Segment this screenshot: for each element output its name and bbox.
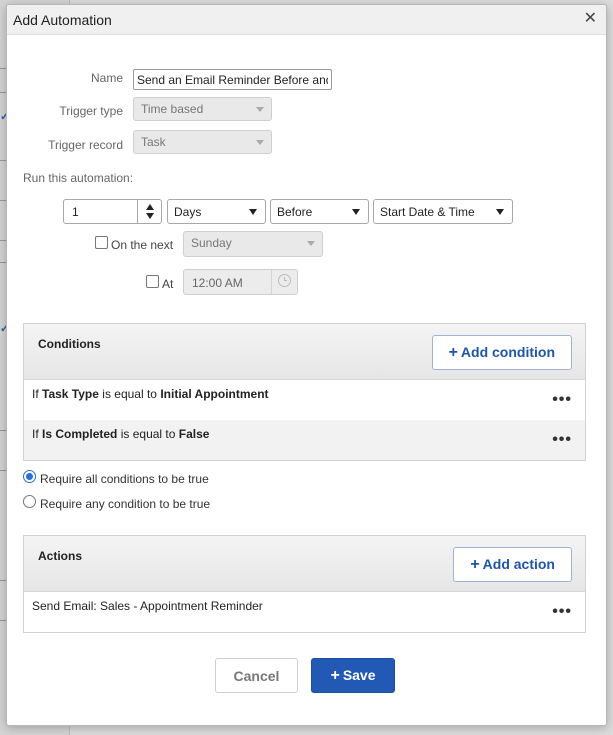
clock-icon	[278, 274, 291, 287]
stepper-buttons[interactable]	[137, 200, 161, 223]
time-input[interactable]: 12:00 AM	[183, 269, 298, 295]
condition-row: If Is Completed is equal to False •••	[24, 420, 585, 460]
dialog-header: Add Automation ✕	[7, 5, 606, 35]
save-label: Save	[342, 667, 376, 683]
time-picker-button[interactable]	[271, 270, 297, 294]
require-all-label: Require all conditions to be true	[40, 472, 209, 486]
add-condition-label: Add condition	[460, 344, 555, 360]
on-the-next-label: On the next	[111, 238, 174, 252]
trigger-type-value: Time based	[141, 102, 204, 116]
condition-prefix: If	[32, 387, 39, 401]
chevron-down-icon	[256, 107, 264, 112]
at-time-checkbox[interactable]	[146, 275, 159, 288]
plus-icon: +	[448, 344, 458, 361]
cancel-button[interactable]: Cancel	[215, 658, 298, 693]
unit-select[interactable]: Days	[167, 199, 266, 224]
date-field-value: Start Date & Time	[380, 205, 475, 219]
condition-operator: is equal to	[120, 427, 176, 441]
require-all-radio[interactable]	[23, 470, 36, 483]
condition-text: If Task Type is equal to Initial Appoint…	[32, 387, 269, 401]
time-value: 12:00 AM	[192, 276, 243, 290]
at-time-label: At	[162, 277, 174, 291]
require-any-label: Require any condition to be true	[40, 497, 211, 511]
more-options-icon[interactable]: •••	[552, 603, 572, 621]
run-amount-value: 1	[72, 205, 79, 219]
weekday-select[interactable]: Sunday	[183, 231, 323, 257]
close-icon[interactable]: ✕	[584, 11, 597, 27]
condition-prefix: If	[32, 427, 39, 441]
condition-value: False	[178, 427, 210, 441]
chevron-down-icon	[496, 209, 504, 215]
add-action-label: Add action	[482, 556, 555, 572]
run-automation-label: Run this automation:	[23, 171, 134, 185]
add-automation-dialog: Add Automation ✕ Name Trigger type Time …	[6, 4, 607, 726]
action-row: Send Email: Sales - Appointment Reminder…	[24, 592, 585, 632]
weekday-value: Sunday	[191, 236, 232, 250]
trigger-record-select[interactable]: Task	[133, 130, 272, 154]
add-condition-button[interactable]: + Add condition	[431, 335, 572, 370]
conditions-panel: Conditions + Add condition If Task Type i…	[23, 323, 586, 461]
action-text: Send Email: Sales - Appointment Reminder	[32, 599, 263, 613]
trigger-type-label: Trigger type	[59, 104, 123, 118]
chevron-down-icon	[249, 209, 257, 215]
unit-value: Days	[174, 205, 202, 219]
more-options-icon[interactable]: •••	[552, 391, 572, 409]
actions-panel: Actions + Add action Send Email: Sales - …	[23, 535, 586, 633]
condition-operator: is equal to	[102, 387, 157, 401]
condition-value: Initial Appointment	[160, 387, 269, 401]
trigger-record-value: Task	[141, 135, 166, 149]
chevron-down-icon	[352, 209, 360, 215]
condition-row: If Task Type is equal to Initial Appoint…	[24, 380, 585, 420]
increment-icon[interactable]	[146, 204, 154, 210]
chevron-down-icon	[256, 140, 264, 145]
actions-title: Actions	[38, 549, 83, 563]
on-the-next-checkbox[interactable]	[95, 236, 108, 249]
more-options-icon[interactable]: •••	[552, 431, 572, 449]
conditions-title: Conditions	[38, 337, 101, 351]
condition-text: If Is Completed is equal to False	[32, 427, 209, 441]
name-input[interactable]	[133, 69, 332, 90]
relation-select[interactable]: Before	[270, 199, 369, 224]
conditions-header: Conditions + Add condition	[24, 324, 585, 380]
relation-value: Before	[277, 205, 313, 219]
dialog-title: Add Automation	[13, 12, 112, 28]
plus-icon: +	[470, 556, 480, 573]
date-field-select[interactable]: Start Date & Time	[373, 199, 513, 224]
name-label: Name	[90, 71, 123, 85]
add-action-button[interactable]: + Add action	[453, 547, 572, 582]
plus-icon: +	[330, 667, 340, 684]
condition-field: Is Completed	[42, 427, 118, 441]
run-amount-stepper[interactable]: 1	[63, 199, 162, 224]
trigger-type-select[interactable]: Time based	[133, 97, 272, 121]
save-button[interactable]: + Save	[311, 658, 395, 693]
condition-field: Task Type	[42, 387, 99, 401]
actions-header: Actions + Add action	[24, 536, 585, 592]
chevron-down-icon	[307, 241, 315, 246]
trigger-record-label: Trigger record	[48, 138, 123, 152]
decrement-icon[interactable]	[146, 213, 154, 219]
require-any-radio[interactable]	[23, 495, 36, 508]
